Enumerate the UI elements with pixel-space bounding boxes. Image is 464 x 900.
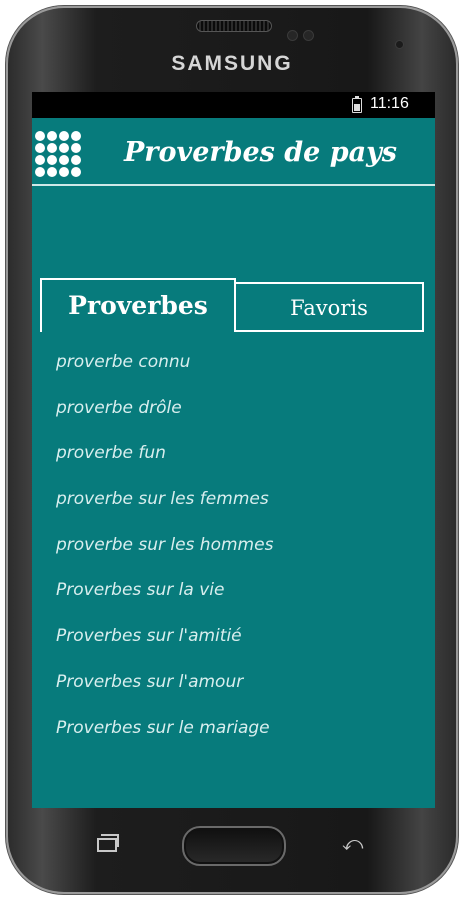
list-item[interactable]: proverbe fun <box>56 441 416 487</box>
proverb-category-list: proverbe connu proverbe drôle proverbe f… <box>56 350 416 761</box>
back-icon[interactable]: ⤺ <box>342 833 368 853</box>
proximity-sensor <box>287 30 298 41</box>
tab-favoris[interactable]: Favoris <box>236 282 424 332</box>
grid-dots-icon[interactable] <box>35 131 81 177</box>
home-button[interactable] <box>182 826 286 866</box>
earpiece-speaker <box>196 20 272 32</box>
app-bar-divider <box>32 184 435 186</box>
app-screen: 11:16 Proverbes de pays Proverbes Favori… <box>32 92 435 808</box>
recent-apps-icon[interactable] <box>97 834 119 852</box>
tab-proverbes[interactable]: Proverbes <box>40 278 236 332</box>
status-bar: 11:16 <box>32 92 435 118</box>
list-item[interactable]: Proverbes sur l'amitié <box>56 624 416 670</box>
list-item[interactable]: Proverbes sur l'amour <box>56 670 416 716</box>
light-sensor <box>303 30 314 41</box>
list-item[interactable]: proverbe connu <box>56 350 416 396</box>
list-item[interactable]: Proverbes sur le mariage <box>56 716 416 762</box>
device-brand: SAMSUNG <box>171 52 293 75</box>
status-time: 11:16 <box>370 95 409 112</box>
list-item[interactable]: proverbe drôle <box>56 396 416 442</box>
app-title: Proverbes de pays <box>124 137 398 168</box>
battery-charging-icon <box>352 96 362 113</box>
list-item[interactable]: proverbe sur les femmes <box>56 487 416 533</box>
tab-bar: Proverbes Favoris <box>40 278 426 334</box>
list-item[interactable]: proverbe sur les hommes <box>56 533 416 579</box>
front-camera <box>395 40 404 49</box>
list-item[interactable]: Proverbes sur la vie <box>56 578 416 624</box>
